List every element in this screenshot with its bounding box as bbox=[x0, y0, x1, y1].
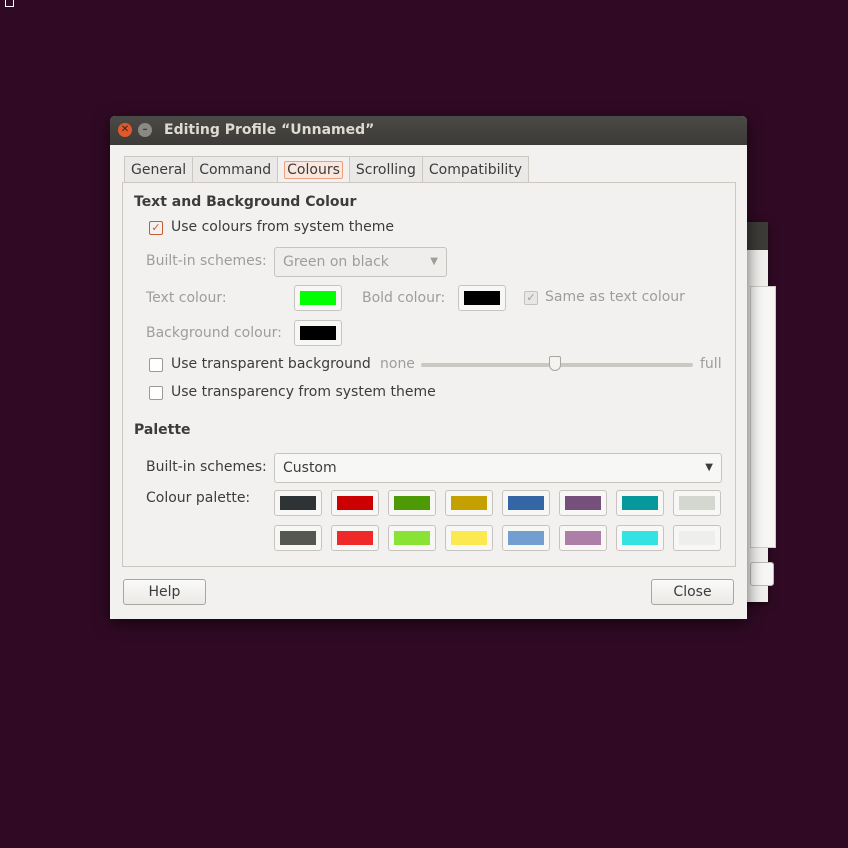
palette-colour-0[interactable] bbox=[274, 490, 322, 516]
palette-scheme-combo[interactable]: Custom ▼ bbox=[274, 453, 722, 483]
palette-colour-5[interactable] bbox=[559, 490, 607, 516]
bold-colour-swatch bbox=[464, 291, 500, 305]
text-colour-swatch bbox=[300, 291, 336, 305]
palette-colour-10[interactable] bbox=[388, 525, 436, 551]
palette-colour-14[interactable] bbox=[616, 525, 664, 551]
palette-colour-2[interactable] bbox=[388, 490, 436, 516]
colour-palette-label: Colour palette: bbox=[146, 490, 251, 506]
palette-colour-4[interactable] bbox=[502, 490, 550, 516]
palette-colour-6[interactable] bbox=[616, 490, 664, 516]
slider-min-label: none bbox=[380, 356, 415, 372]
palette-swatch bbox=[394, 531, 430, 545]
help-button[interactable]: Help bbox=[123, 579, 206, 605]
tab-scrolling[interactable]: Scrolling bbox=[348, 156, 423, 183]
transparency-system-checkbox[interactable] bbox=[149, 386, 163, 400]
palette-colour-13[interactable] bbox=[559, 525, 607, 551]
minimize-window-icon[interactable]: – bbox=[138, 123, 152, 137]
transparency-system-label: Use transparency from system theme bbox=[171, 384, 436, 400]
palette-header: Palette bbox=[134, 422, 191, 438]
title-bar: ✕ – Editing Profile “Unnamed” bbox=[110, 116, 747, 145]
bold-colour-button[interactable] bbox=[458, 285, 506, 311]
text-scheme-value: Green on black bbox=[283, 254, 389, 270]
close-button[interactable]: Close bbox=[651, 579, 734, 605]
palette-swatch bbox=[337, 531, 373, 545]
slider-max-label: full bbox=[700, 356, 722, 372]
close-window-icon[interactable]: ✕ bbox=[118, 123, 132, 137]
background-colour-label: Background colour: bbox=[146, 325, 282, 341]
palette-swatch bbox=[679, 531, 715, 545]
text-scheme-combo[interactable]: Green on black ▼ bbox=[274, 247, 447, 277]
colours-panel: Text and Background Colour ✓ Use colours… bbox=[122, 182, 736, 567]
palette-colour-9[interactable] bbox=[331, 525, 379, 551]
palette-swatch bbox=[565, 496, 601, 510]
palette-colour-1[interactable] bbox=[331, 490, 379, 516]
palette-swatch bbox=[394, 496, 430, 510]
desktop-cursor bbox=[5, 0, 14, 7]
palette-swatch bbox=[622, 496, 658, 510]
palette-colour-8[interactable] bbox=[274, 525, 322, 551]
tab-command[interactable]: Command bbox=[192, 156, 279, 183]
tab-compatibility[interactable]: Compatibility bbox=[421, 156, 530, 183]
palette-swatch bbox=[280, 531, 316, 545]
profile-dialog: ✕ – Editing Profile “Unnamed” General Co… bbox=[110, 116, 747, 619]
text-background-header: Text and Background Colour bbox=[134, 194, 357, 210]
palette-swatch bbox=[622, 531, 658, 545]
palette-swatch bbox=[679, 496, 715, 510]
chevron-down-icon: ▼ bbox=[430, 256, 438, 267]
palette-colour-12[interactable] bbox=[502, 525, 550, 551]
text-colour-label: Text colour: bbox=[146, 290, 227, 306]
palette-swatch bbox=[565, 531, 601, 545]
same-as-text-checkbox[interactable]: ✓ bbox=[524, 291, 538, 305]
window-title: Editing Profile “Unnamed” bbox=[164, 122, 375, 138]
palette-colour-3[interactable] bbox=[445, 490, 493, 516]
tab-bar: General Command Colours Scrolling Compat… bbox=[124, 156, 530, 184]
palette-scheme-value: Custom bbox=[283, 460, 337, 476]
use-system-colours-label: Use colours from system theme bbox=[171, 219, 395, 235]
tab-colours[interactable]: Colours bbox=[277, 156, 350, 184]
slider-handle[interactable] bbox=[549, 356, 561, 371]
use-system-colours-checkbox[interactable]: ✓ bbox=[149, 221, 163, 235]
palette-builtin-label: Built-in schemes: bbox=[146, 459, 267, 475]
palette-swatch bbox=[451, 531, 487, 545]
chevron-down-icon: ▼ bbox=[705, 462, 713, 473]
palette-colour-15[interactable] bbox=[673, 525, 721, 551]
transparent-background-checkbox[interactable] bbox=[149, 358, 163, 372]
tab-general[interactable]: General bbox=[124, 156, 194, 183]
palette-swatch bbox=[508, 531, 544, 545]
palette-swatch bbox=[337, 496, 373, 510]
transparency-slider[interactable] bbox=[421, 356, 693, 371]
palette-swatch bbox=[508, 496, 544, 510]
palette-colour-11[interactable] bbox=[445, 525, 493, 551]
transparent-background-label: Use transparent background bbox=[171, 356, 371, 372]
palette-swatch bbox=[451, 496, 487, 510]
palette-swatch bbox=[280, 496, 316, 510]
palette-colour-7[interactable] bbox=[673, 490, 721, 516]
bold-colour-label: Bold colour: bbox=[362, 290, 446, 306]
background-colour-swatch bbox=[300, 326, 336, 340]
background-colour-button[interactable] bbox=[294, 320, 342, 346]
builtin-schemes-label: Built-in schemes: bbox=[146, 253, 267, 269]
same-as-text-label: Same as text colour bbox=[545, 289, 685, 305]
text-colour-button[interactable] bbox=[294, 285, 342, 311]
